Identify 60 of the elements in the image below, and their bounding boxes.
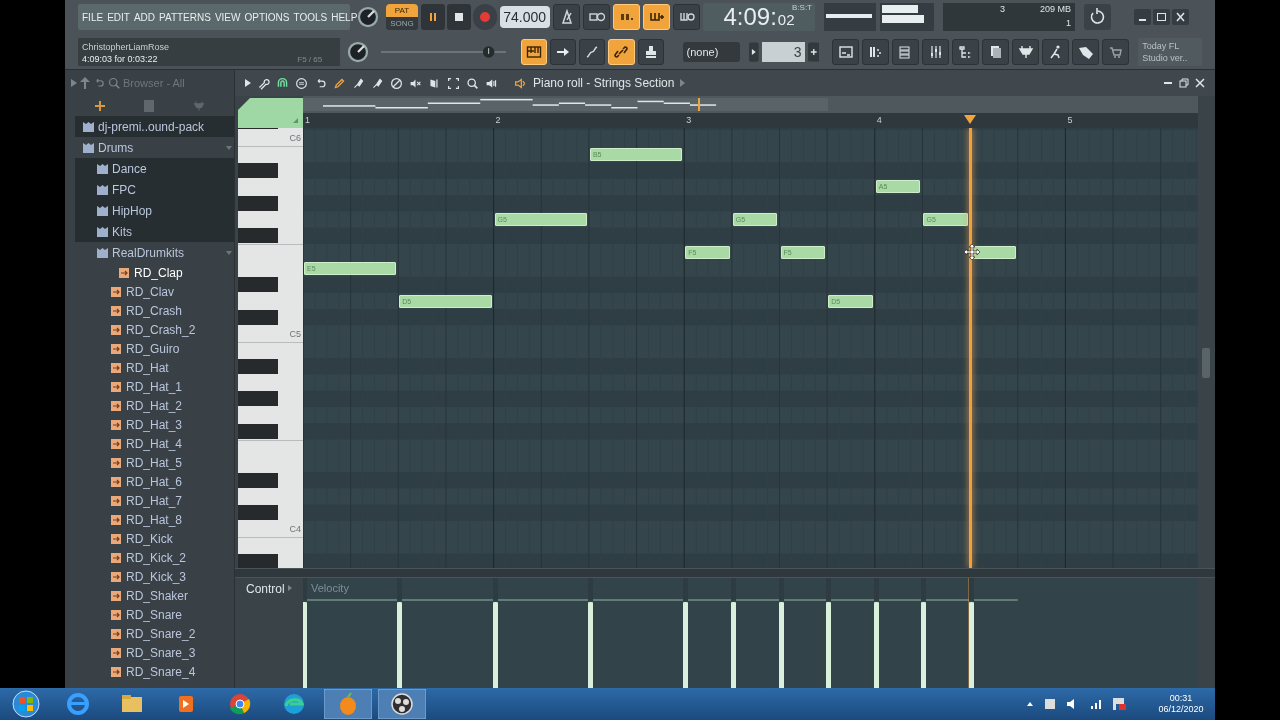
menu-item[interactable]: EDIT [107, 9, 130, 25]
sample-item[interactable]: RD_Snare [126, 605, 183, 624]
pattern-mode-toggle[interactable]: PAT [386, 4, 418, 18]
sample-item[interactable]: RD_Hat_5 [126, 453, 183, 472]
tempo-display[interactable]: 74.000 [500, 6, 550, 29]
time-unit: B:S:T [792, 3, 812, 13]
pattern-selector[interactable]: (none) [682, 41, 741, 62]
bar-number: 2 [495, 114, 501, 127]
menu-item[interactable]: FILE [82, 9, 104, 25]
news-panel[interactable]: Today FL Studio ver.. [1138, 37, 1202, 66]
sample-item[interactable]: RD_Hat_8 [126, 510, 183, 529]
hint-user: ChristopherLiamRose [82, 40, 170, 53]
sample-item[interactable]: RD_Hat [126, 358, 169, 377]
sample-item[interactable]: RD_Hat_4 [126, 434, 183, 453]
sample-item[interactable]: RD_Guiro [126, 339, 180, 358]
sample-item[interactable]: RD_Kick [126, 529, 173, 548]
sample-item[interactable]: RD_Crash_2 [126, 320, 196, 339]
sample-item[interactable]: RD_Kick_2 [126, 548, 187, 567]
control-label[interactable]: Control [246, 580, 285, 598]
key-label: C4 [289, 523, 301, 537]
bar-number: 5 [1067, 114, 1073, 127]
folder-item[interactable]: Drums [98, 138, 222, 157]
menu-item[interactable]: TOOLS [293, 9, 328, 25]
menu-item[interactable]: OPTIONS [244, 9, 290, 25]
piano-roll-title: Piano roll - Strings Section [533, 75, 675, 92]
clock-date: 06/12/2020 [1158, 704, 1204, 715]
menu-item[interactable]: HELP [331, 9, 358, 25]
sample-item[interactable]: RD_Hat_1 [126, 377, 183, 396]
menu-item[interactable]: VIEW [214, 9, 241, 25]
pattern-number-field[interactable]: 3 [762, 41, 805, 62]
sample-item[interactable]: RD_Snare_2 [126, 624, 196, 643]
sample-item[interactable]: RD_Snare_4 [126, 662, 196, 681]
clock-time: 00:31 [1169, 693, 1193, 704]
bar-number: 4 [876, 114, 882, 127]
menu-item[interactable]: PATTERNS [159, 9, 211, 25]
bar-number: 3 [686, 114, 692, 127]
sample-item[interactable]: RD_Clav [126, 282, 174, 301]
sample-item[interactable]: RD_Shaker [126, 586, 189, 605]
folder-item[interactable]: RealDrumkits [112, 243, 222, 262]
voices-count: 3 [999, 3, 1006, 17]
hint-note: F5 / 65 [297, 53, 324, 66]
key-label: C6 [289, 132, 301, 145]
menu-item[interactable]: ADD [133, 9, 156, 25]
hint-position: 4:09:03 for 0:03:22 [82, 52, 159, 66]
sample-item[interactable]: RD_Hat_7 [126, 491, 183, 510]
time-main: 4:09: [723, 3, 777, 32]
key-label: C5 [289, 327, 301, 341]
memory-usage: 209 MB [1038, 3, 1071, 17]
sample-item[interactable]: RD_Hat_2 [126, 396, 183, 415]
velocity-label: Velocity [311, 581, 349, 596]
sample-item[interactable]: RD_Snare_3 [126, 643, 196, 662]
sample-item[interactable]: RD_Clap [134, 263, 183, 282]
sample-item[interactable]: RD_Hat_6 [126, 472, 183, 491]
sample-item[interactable]: RD_Hat_3 [126, 415, 183, 434]
polyphony-count: 1 [1065, 17, 1071, 31]
bar-number: 1 [305, 114, 310, 127]
sample-item[interactable]: RD_Kick_3 [126, 567, 187, 586]
piano-keyboard[interactable]: C6 C5 C4 [238, 128, 303, 568]
time-sub: 02 [777, 10, 795, 31]
sample-item[interactable]: RD_Crash [126, 301, 182, 320]
